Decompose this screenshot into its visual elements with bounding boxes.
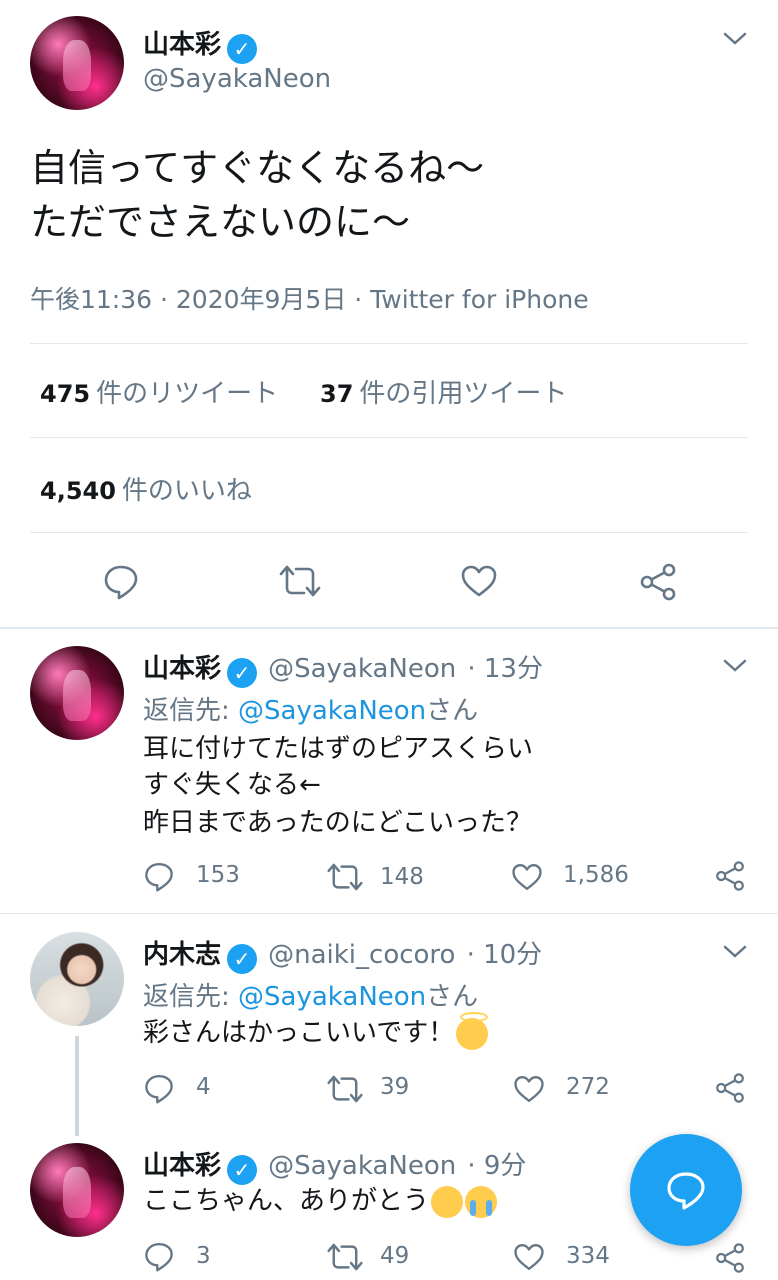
reply-to-suffix: さん (426, 696, 479, 726)
retweet-count: 475 (40, 380, 91, 408)
reply-to-prefix: 返信先: (143, 982, 239, 1012)
reply-text-line-3: 昨日まであったのにどこいった？ (143, 808, 532, 838)
loudly-crying-face-icon (465, 1185, 498, 1218)
like-icon[interactable] (511, 862, 543, 892)
share-icon[interactable] (714, 1242, 746, 1274)
reply-author-name[interactable]: 山本彩 (143, 1151, 221, 1181)
chevron-down-icon[interactable] (722, 657, 748, 675)
like-count: 334 (566, 1243, 610, 1269)
reply-to-line: 返信先: @SayakaNeonさん (143, 690, 478, 727)
like-count: 272 (566, 1074, 610, 1100)
avatar[interactable] (30, 16, 124, 110)
like-icon[interactable] (460, 564, 498, 598)
reply-author-name[interactable]: 内木志 (143, 940, 221, 970)
smiling-face-with-halo-icon (456, 1011, 489, 1050)
like-icon[interactable] (513, 1074, 545, 1104)
section-divider (0, 627, 778, 629)
chevron-down-icon[interactable] (722, 30, 748, 48)
reply-text-line-1: ここちゃん、ありがとう (143, 1186, 430, 1216)
tweet-text-line-2: ただでさえないのに〜 (30, 200, 411, 244)
reply-author-handle[interactable]: @SayakaNeon (268, 654, 456, 684)
like-label: 件のいいね (121, 476, 252, 506)
author-handle[interactable]: @SayakaNeon (143, 64, 331, 94)
reply-time[interactable]: · 10分 (467, 940, 543, 970)
face-with-tears-of-joy-icon (431, 1185, 464, 1218)
divider (30, 437, 748, 438)
retweet-icon[interactable] (278, 564, 322, 598)
reply-icon[interactable] (102, 562, 140, 600)
chevron-down-icon[interactable] (722, 943, 748, 961)
retweet-icon[interactable] (326, 1242, 364, 1272)
reply-to-link[interactable]: @SayakaNeon (238, 982, 426, 1012)
quote-count: 37 (320, 380, 354, 408)
compose-reply-icon (667, 1172, 705, 1210)
reply-author-name[interactable]: 山本彩 (143, 654, 221, 684)
reply-count: 4 (196, 1074, 211, 1100)
quote-stat[interactable]: 37 件の引用ツイート (320, 373, 567, 410)
divider (0, 913, 778, 914)
divider (30, 343, 748, 344)
divider (30, 532, 748, 533)
reply-to-line: 返信先: @SayakaNeonさん (143, 976, 478, 1013)
reply-author-handle[interactable]: @naiki_cocoro (268, 940, 455, 970)
verified-icon: ✓ (227, 943, 258, 974)
reply-text: 彩さんはかっこいいです！ (143, 1011, 489, 1052)
thread-line (75, 1036, 79, 1136)
reply-text-line-2: すぐ失くなる← (143, 770, 321, 800)
avatar[interactable] (30, 646, 124, 740)
reply-icon[interactable] (143, 1240, 175, 1272)
quote-label: 件の引用ツイート (359, 379, 568, 409)
retweet-stat[interactable]: 475 件のリツイート (40, 373, 278, 410)
reply-count: 153 (196, 862, 240, 888)
verified-icon: ✓ (227, 1154, 258, 1185)
share-icon[interactable] (638, 562, 678, 602)
tweet-meta: 午後11:36 · 2020年9月5日 · Twitter for iPhone (30, 285, 589, 314)
share-icon[interactable] (714, 1072, 746, 1104)
reply-to-prefix: 返信先: (143, 696, 239, 726)
retweet-count: 49 (380, 1243, 410, 1269)
tweet-text-line-1: 自信ってすぐなくなるね〜 (30, 146, 485, 190)
reply-icon[interactable] (143, 860, 175, 892)
reply-time[interactable]: · 13分 (467, 654, 543, 684)
verified-icon: ✓ (227, 657, 258, 688)
like-count: 4,540 (40, 477, 116, 505)
retweet-label: 件のリツイート (96, 379, 279, 409)
retweet-icon[interactable] (326, 1074, 364, 1104)
reply-author-handle[interactable]: @SayakaNeon (268, 1151, 456, 1181)
verified-icon: ✓ (227, 33, 258, 64)
reply-time[interactable]: · 9分 (467, 1151, 526, 1181)
reply-icon[interactable] (143, 1072, 175, 1104)
reply-to-link[interactable]: @SayakaNeon (238, 696, 426, 726)
retweet-count: 39 (380, 1074, 410, 1100)
avatar[interactable] (30, 1143, 124, 1237)
reply-text: ここちゃん、ありがとう (143, 1182, 498, 1220)
retweet-count: 148 (380, 864, 424, 890)
like-stat[interactable]: 4,540 件のいいね (40, 470, 252, 507)
share-icon[interactable] (714, 860, 746, 892)
reply-to-suffix: さん (426, 982, 479, 1012)
avatar[interactable] (30, 932, 124, 1026)
author-name[interactable]: 山本彩 (143, 30, 221, 60)
retweet-icon[interactable] (326, 862, 364, 892)
reply-count: 3 (196, 1243, 211, 1269)
like-icon[interactable] (513, 1242, 545, 1272)
compose-reply-button[interactable] (630, 1134, 742, 1246)
reply-text-line-1: 彩さんはかっこいいです！ (143, 1018, 455, 1048)
like-count: 1,586 (563, 862, 629, 888)
reply-text-line-1: 耳に付けてたはずのピアスくらい (143, 734, 534, 764)
